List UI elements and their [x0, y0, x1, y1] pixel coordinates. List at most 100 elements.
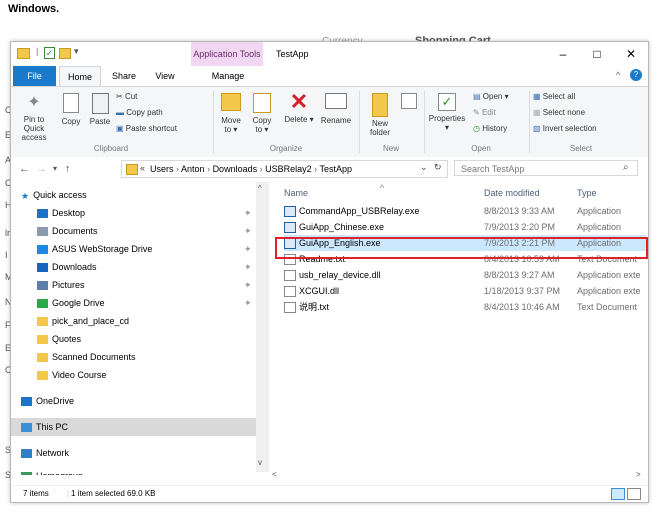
copy-path-button[interactable]: ▬ Copy path	[116, 108, 163, 117]
refresh-icon[interactable]: ↻	[434, 162, 442, 173]
horizontal-scrollbar[interactable]: < >	[270, 470, 648, 484]
address-dropdown-icon[interactable]: ⌄	[420, 162, 428, 173]
back-arrow-icon[interactable]: ←	[19, 157, 30, 181]
search-input[interactable]: Search TestApp	[454, 160, 638, 176]
scroll-up-icon[interactable]: ^	[258, 184, 262, 193]
sidebar-item[interactable]: Quotes	[37, 330, 81, 348]
group-label-organize: Organize	[269, 144, 303, 153]
breadcrumb-separator-icon[interactable]: ›	[174, 164, 182, 174]
breadcrumb-item[interactable]: TestApp	[319, 164, 352, 174]
table-row[interactable]: usb_relay_device.dll 8/8/2013 9:27 AM Appl…	[284, 267, 646, 283]
pinned-icon[interactable]: ✦	[244, 244, 252, 255]
sidebar-item-label: Homegroup	[36, 471, 83, 475]
forward-arrow-icon[interactable]: →	[36, 157, 47, 181]
sidebar-item[interactable]: ASUS WebStorage Drive	[37, 240, 152, 258]
table-row[interactable]: XCGUI.dll 1/18/2013 9:37 PM Application ex…	[284, 283, 646, 299]
close-button[interactable]: ✕	[614, 42, 648, 66]
new-folder-button[interactable]: New folder	[363, 93, 397, 137]
sidebar-item[interactable]: Downloads	[37, 258, 97, 276]
group-label-new: New	[382, 144, 399, 153]
sidebar-item[interactable]: ★ Quick access	[21, 186, 87, 204]
address-field[interactable]: « Users › Anton › Downloads › USBRelay2 …	[121, 160, 448, 178]
breadcrumb-item[interactable]: USBRelay2	[265, 164, 312, 174]
sidebar-item[interactable]: Google Drive	[37, 294, 105, 312]
table-row[interactable]: GuiApp_Chinese.exe 7/9/2013 2:20 PM Applic…	[284, 219, 646, 235]
checkmark-icon[interactable]: ✓	[44, 47, 55, 59]
column-header-type[interactable]: Type	[577, 188, 597, 198]
group-label-open: Open	[471, 144, 491, 153]
sidebar-item[interactable]: This PC	[11, 418, 266, 436]
paste-button[interactable]: Paste	[87, 93, 113, 126]
sidebar-item-label: Scanned Documents	[52, 352, 136, 362]
move-to-button[interactable]: Move to ▾	[218, 93, 244, 134]
cut-button[interactable]: ✂ Cut	[116, 92, 137, 101]
select-none-button[interactable]: ▦ Select none	[533, 108, 585, 117]
rename-button[interactable]: Rename	[319, 93, 353, 125]
new-item-icon[interactable]	[401, 93, 417, 109]
sidebar-item[interactable]: Video Course	[37, 366, 106, 384]
recent-locations-icon[interactable]: ▾	[53, 157, 57, 181]
tab-share[interactable]: Share	[106, 66, 142, 86]
file-type: Application exte	[577, 270, 641, 280]
search-icon[interactable]: ⌕	[623, 162, 629, 173]
invert-selection-button[interactable]: ▧ Invert selection	[533, 124, 597, 133]
open-button[interactable]: ▤ Open ▾	[473, 92, 509, 101]
maximize-button[interactable]: □	[580, 42, 614, 66]
pinned-icon[interactable]: ✦	[244, 208, 252, 219]
group-divider	[213, 91, 214, 153]
table-row[interactable]: CommandApp_USBRelay.exe 8/8/2013 9:33 AM A…	[284, 203, 646, 219]
column-header-name[interactable]: Name	[284, 188, 308, 198]
sidebar-item[interactable]: Pictures	[37, 276, 85, 294]
help-icon[interactable]: ?	[630, 69, 642, 81]
sidebar-item[interactable]: Desktop	[37, 204, 85, 222]
invert-selection-icon: ▧	[533, 124, 543, 133]
sidebar-item[interactable]: Homegroup	[21, 467, 83, 475]
breadcrumb-separator-icon[interactable]: ›	[205, 164, 213, 174]
column-header-date-modified[interactable]: Date modified	[484, 188, 540, 198]
breadcrumb-separator-icon[interactable]: ›	[257, 164, 265, 174]
scroll-down-icon[interactable]: v	[258, 458, 262, 467]
dll-file-icon	[284, 286, 296, 297]
pinned-icon[interactable]: ✦	[244, 298, 252, 309]
edit-button[interactable]: ✎ Edit	[473, 108, 496, 117]
up-arrow-icon[interactable]: ↑	[65, 157, 71, 181]
delete-button[interactable]: ✕ Delete ▾	[283, 91, 315, 125]
properties-button[interactable]: ✓ Properties ▾	[427, 93, 467, 132]
sidebar-item[interactable]: OneDrive	[21, 392, 74, 410]
table-row[interactable]: 说明.txt 8/4/2013 10:46 AM Text Document	[284, 299, 646, 315]
copy-button[interactable]: Copy	[58, 93, 84, 126]
scroll-left-icon[interactable]: <	[272, 470, 277, 479]
breadcrumb-item[interactable]: Downloads	[213, 164, 258, 174]
breadcrumb-item[interactable]: Anton	[181, 164, 205, 174]
copy-path-icon: ▬	[116, 108, 127, 117]
overflow-chevron-icon[interactable]: «	[140, 163, 145, 173]
collapse-ribbon-icon[interactable]: ^	[616, 70, 620, 80]
details-view-icon[interactable]	[611, 488, 625, 500]
tab-file[interactable]: File	[13, 66, 56, 86]
scroll-right-icon[interactable]: >	[636, 470, 641, 479]
copy-to-button[interactable]: Copy to ▾	[249, 93, 275, 134]
pinned-icon[interactable]: ✦	[244, 226, 252, 237]
paste-shortcut-button[interactable]: ▣ Paste shortcut	[116, 124, 177, 133]
file-name: CommandApp_USBRelay.exe	[299, 206, 420, 216]
sidebar-item[interactable]: pick_and_place_cd	[37, 312, 129, 330]
new-folder-quick-icon[interactable]	[59, 48, 71, 59]
pin-to-quick-access-button[interactable]: ✦ Pin to Quick access	[13, 93, 55, 142]
sidebar-item[interactable]: Documents	[37, 222, 98, 240]
dropdown-arrow-icon[interactable]: ▾	[74, 46, 79, 57]
tab-manage[interactable]: Manage	[203, 66, 253, 86]
tab-view[interactable]: View	[147, 66, 183, 86]
minimize-button[interactable]: –	[546, 42, 580, 66]
sidebar-item-label: This PC	[36, 422, 69, 432]
breadcrumb-item[interactable]: Users	[150, 164, 174, 174]
tab-home[interactable]: Home	[59, 66, 101, 87]
sidebar-item[interactable]: Scanned Documents	[37, 348, 136, 366]
folder-icon	[37, 335, 48, 345]
large-icons-view-icon[interactable]	[627, 488, 641, 500]
select-all-button[interactable]: ▦ Select all	[533, 92, 575, 101]
pinned-icon[interactable]: ✦	[244, 280, 252, 291]
sidebar-item[interactable]: Network	[21, 444, 69, 462]
nav-scrollbar[interactable]: ^ v	[256, 182, 269, 472]
history-button[interactable]: ◷ History	[473, 124, 507, 133]
pinned-icon[interactable]: ✦	[244, 262, 252, 273]
